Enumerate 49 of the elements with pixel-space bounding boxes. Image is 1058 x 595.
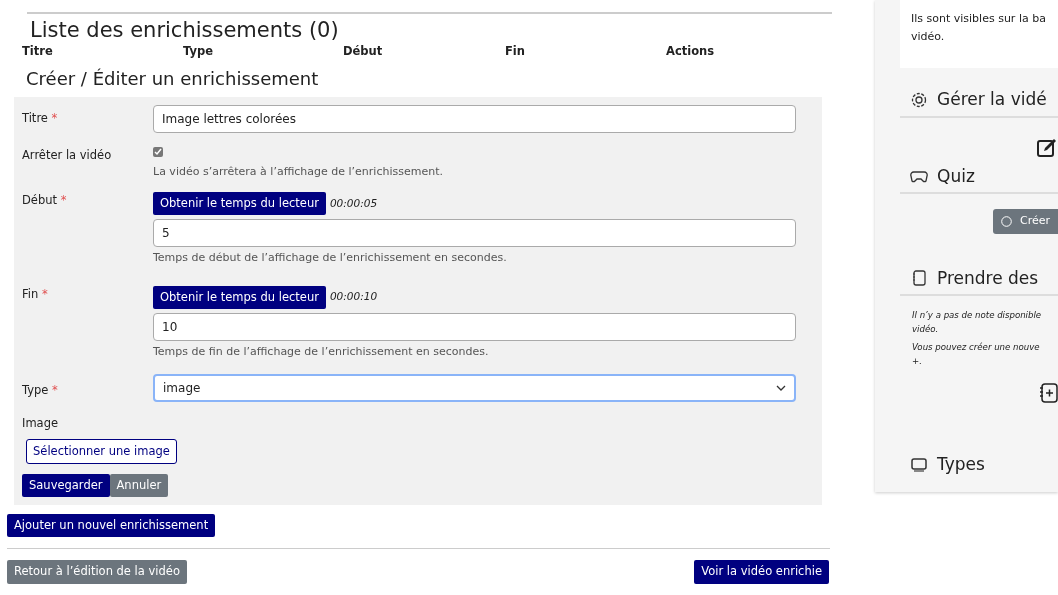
save-button[interactable]: Sauvegarder (22, 473, 110, 498)
section-title: Types (937, 453, 985, 476)
time-text: 00:00:05 (329, 195, 378, 211)
note-text: Il n’y a pas de note disponible vidéo. (912, 309, 1043, 336)
select-field[interactable]: image (153, 374, 796, 403)
help-text: Temps de fin de l’affichage de l’enrichissement en secondes. (153, 343, 490, 360)
field-label: Type (22, 383, 49, 398)
time-text: 00:00:10 (329, 289, 378, 305)
number-field[interactable]: 5 (153, 219, 796, 248)
field-label: Titre (22, 111, 48, 126)
help-text: Temps de début de l’affichage de l’enrichissement en secondes. (153, 250, 508, 267)
monitor-icon (910, 456, 928, 473)
field-label: Fin (22, 286, 39, 301)
edit-icon (1036, 137, 1058, 158)
get-time-button[interactable]: Obtenir le temps du lecteur (153, 191, 326, 216)
back-button[interactable]: Retour à l’édition de la vidéo (7, 560, 187, 584)
section-title: Gérer la vidé (937, 88, 1047, 111)
add-button[interactable]: Ajouter un nouvel enrichissement (7, 514, 216, 538)
add-note-icon (1038, 382, 1058, 404)
field-label: Arrêter la vidéo (22, 148, 112, 163)
list-title: Liste des enrichissements (0) (30, 18, 340, 44)
form-title: Créer / Éditer un enrichissement (26, 67, 320, 92)
checkbox[interactable] (153, 147, 163, 158)
required-mark: * (41, 286, 48, 301)
notebook-icon (910, 269, 928, 288)
column-header: Type (183, 44, 213, 59)
note-text: Vous pouvez créer une nouve +. (912, 341, 1041, 368)
required-mark: * (51, 111, 58, 126)
settings-icon (910, 90, 928, 109)
info-text: Ils sont visibles sur la ba vidéo. (911, 11, 1047, 45)
create-quiz-button[interactable]: Créer (992, 209, 1058, 234)
section-title: Quiz (937, 164, 975, 188)
required-mark: * (52, 383, 58, 398)
get-time-button[interactable]: Obtenir le temps du lecteur (153, 285, 326, 309)
column-header: Actions (666, 44, 715, 59)
text-field[interactable]: Image lettres colorées (153, 105, 796, 134)
field-label: Début (22, 192, 58, 207)
select-image-button[interactable]: Sélectionner une image (26, 438, 177, 464)
field-label: Image (22, 416, 59, 431)
column-header: Fin (505, 44, 525, 59)
help-text: La vidéo s’arrêtera à l’affichage de l’enrichissement. (153, 164, 444, 181)
view-button[interactable]: Voir la vidéo enrichie (694, 560, 829, 584)
chevron-icon (776, 385, 786, 392)
required-mark: * (60, 192, 67, 207)
column-header: Début (343, 44, 383, 59)
section-title: Prendre des (937, 266, 1039, 290)
cancel-button[interactable]: Annuler (109, 473, 169, 498)
number-field[interactable]: 10 (153, 312, 796, 341)
column-header: Titre (22, 44, 53, 59)
